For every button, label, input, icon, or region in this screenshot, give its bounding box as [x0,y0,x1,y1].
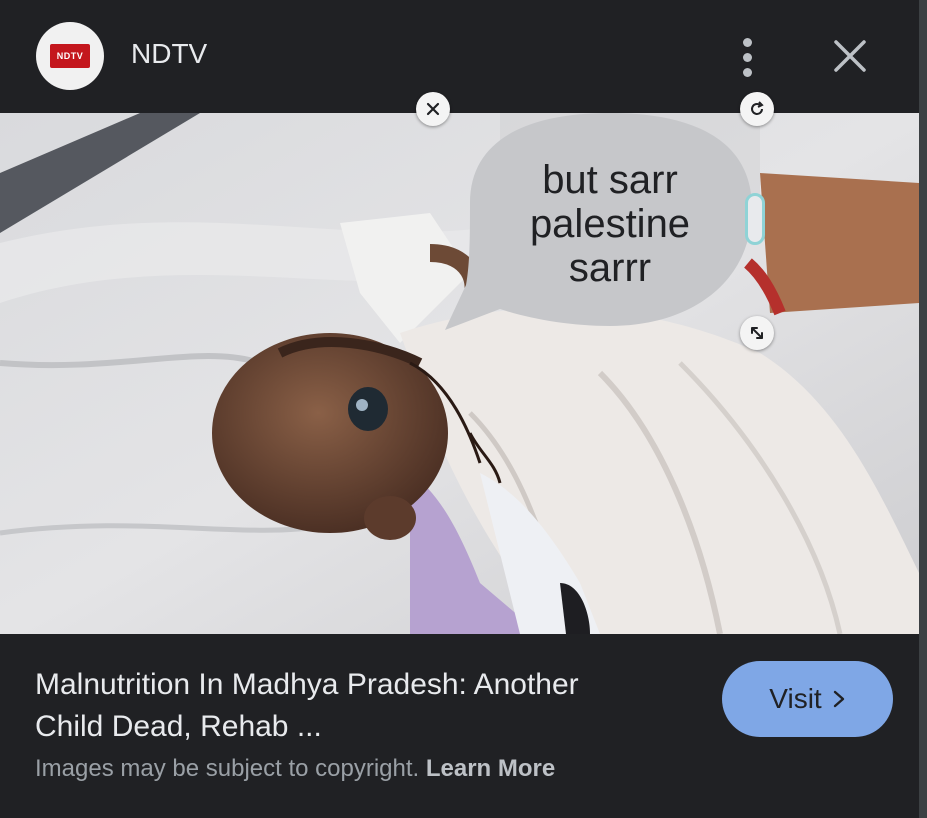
sticker-resize-icon[interactable] [740,316,774,350]
headline-line: Child Dead, Rehab ... [35,710,322,743]
sticker-line: but sarr [542,158,678,202]
speech-bubble-text[interactable]: but sarr palestine sarrr [480,158,740,290]
window-edge [919,0,927,818]
source-name: NDTV [131,38,208,69]
logo-badge: NDTV [50,44,90,68]
sticker-line: sarrr [568,246,652,290]
copyright-text: Images may be subject to copyright. [35,755,420,782]
visit-label: Visit [769,683,822,714]
logo-text: NDTV [56,51,84,61]
visit-button[interactable]: Visit [722,661,893,737]
result-headline[interactable]: Malnutrition In Madhya Pradesh: Another … [35,664,705,748]
sticker-width-handle[interactable] [745,193,765,245]
copyright-notice: Images may be subject to copyright. Lear… [35,755,555,783]
sticker-line: palestine [529,202,691,246]
more-vert-icon[interactable] [738,38,758,78]
header-bar: NDTV NDTV [0,0,919,113]
close-icon[interactable] [832,38,868,74]
learn-more-link[interactable]: Learn More [426,755,555,782]
source-logo: NDTV [36,22,104,90]
result-image[interactable] [0,113,919,634]
sticker-delete-icon[interactable] [416,92,450,126]
headline-line: Malnutrition In Madhya Pradesh: Another [35,668,579,701]
chevron-right-icon [833,690,844,708]
sticker-rotate-icon[interactable] [740,92,774,126]
